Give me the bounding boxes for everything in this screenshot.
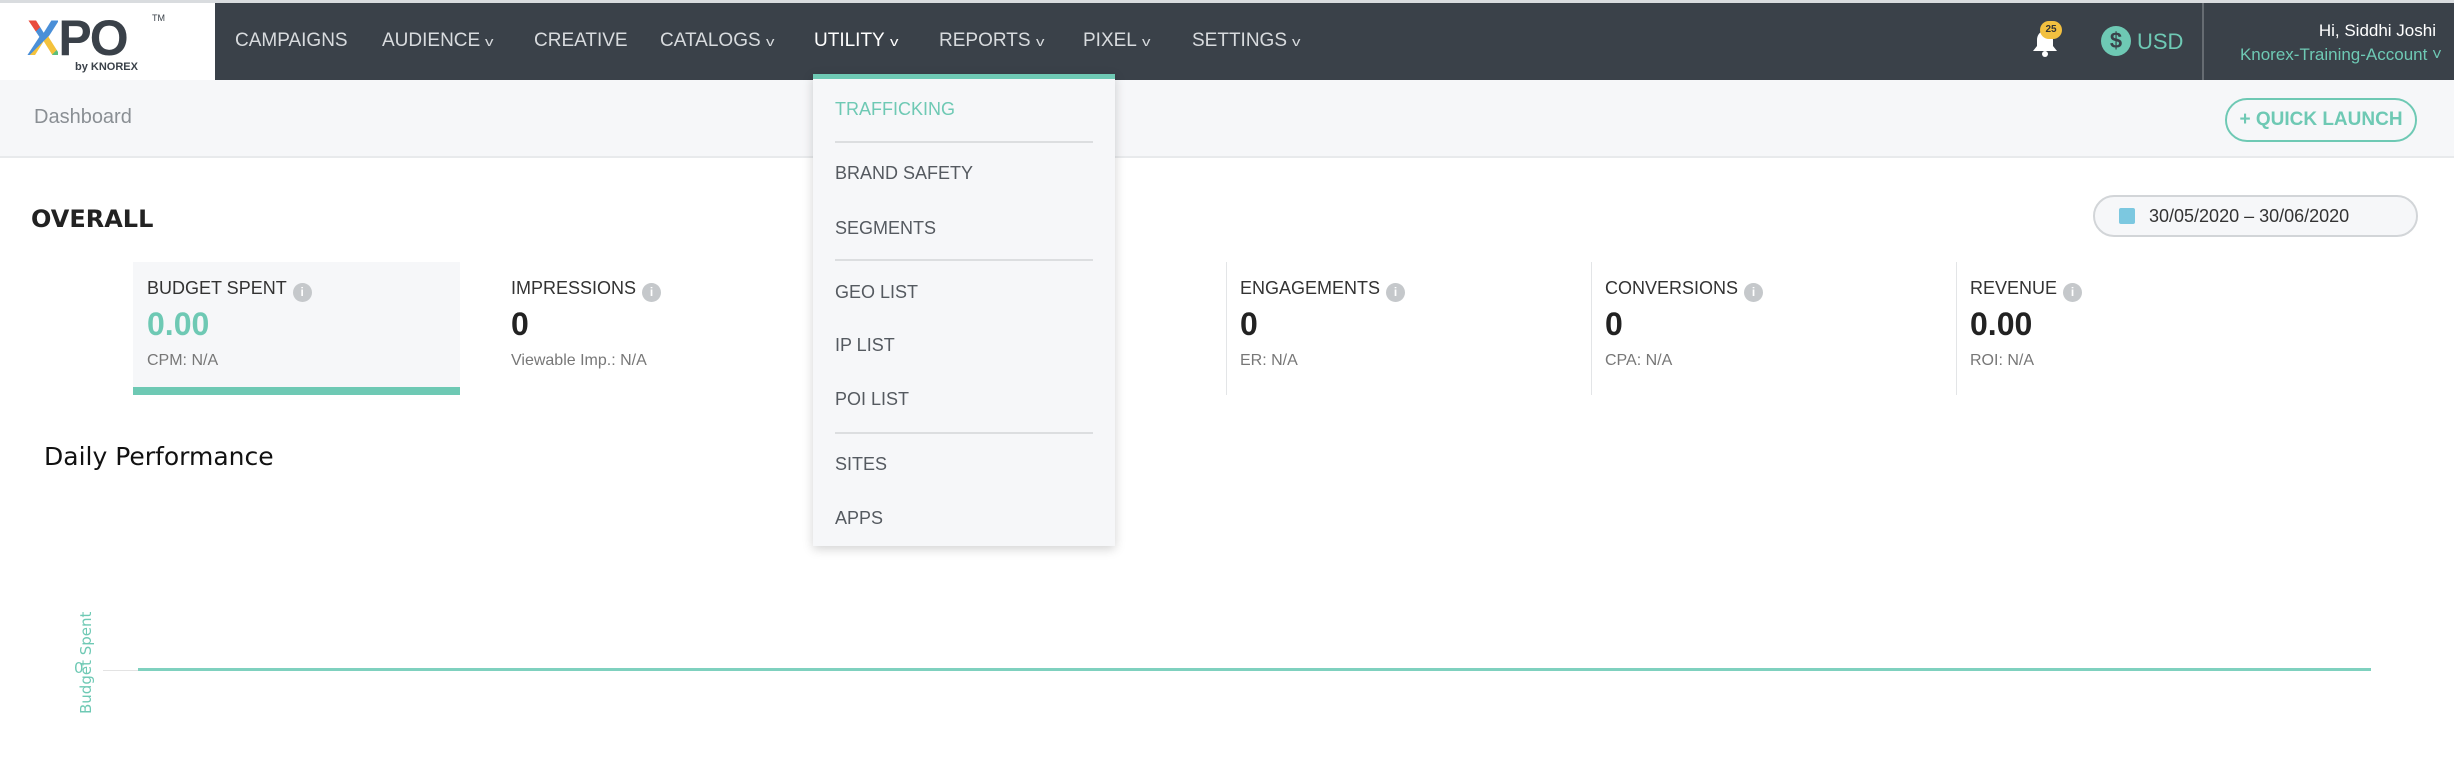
menu-item-ip-list[interactable]: IP LIST [835, 335, 895, 356]
nav-creative[interactable]: CREATIVE [534, 30, 628, 52]
chevron-down-icon: v [1292, 34, 1301, 49]
menu-item-sites[interactable]: SITES [835, 454, 887, 475]
xpo-logo[interactable]: XPO TM by KNOREX [0, 3, 215, 80]
info-icon[interactable]: i [642, 283, 662, 302]
series-line-budget-spent [138, 668, 2371, 671]
account-selector[interactable]: Knorex-Training-Account ˅ [2240, 45, 2442, 65]
menu-item-poi-list[interactable]: POI LIST [835, 389, 909, 410]
chart-title: Daily Performance [44, 442, 274, 471]
nav-settings[interactable]: SETTINGS v [1192, 30, 1300, 52]
date-range-picker[interactable]: 30/05/2020 – 30/06/2020 [2093, 195, 2418, 237]
nav-catalogs[interactable]: CATALOGS v [660, 30, 775, 52]
menu-divider [835, 432, 1093, 434]
info-icon[interactable]: i [292, 283, 312, 302]
subheader: Dashboard + QUICK LAUNCH [0, 80, 2454, 158]
nav-audience[interactable]: AUDIENCE v [382, 30, 494, 52]
nav-utility[interactable]: UTILITY v [814, 30, 899, 52]
menu-divider [835, 259, 1093, 261]
dollar-icon[interactable]: $ [2101, 26, 2131, 56]
section-title: OVERALL [31, 205, 154, 233]
info-icon[interactable]: i [1386, 283, 1406, 302]
chevron-down-icon: v [1035, 34, 1044, 49]
info-icon[interactable]: i [2063, 283, 2083, 302]
menu-item-segments[interactable]: SEGMENTS [835, 218, 936, 239]
menu-item-brand-safety[interactable]: BRAND SAFETY [835, 163, 973, 184]
nav-campaigns[interactable]: CAMPAIGNS [235, 30, 348, 52]
currency-label[interactable]: USD [2137, 29, 2183, 55]
chevron-down-icon: v [889, 34, 899, 49]
metric-impressions[interactable]: IMPRESSIONS i 0 Viewable Imp.: N/A [497, 262, 824, 395]
metric-revenue[interactable]: REVENUE i 0.00 ROI: N/A [1956, 262, 2283, 395]
info-icon[interactable]: i [1744, 283, 1764, 302]
chevron-down-icon: v [765, 34, 775, 49]
menu-divider [835, 141, 1093, 143]
nav-reports[interactable]: REPORTS v [939, 30, 1044, 52]
notification-badge: 25 [2040, 21, 2062, 39]
nav-pixel[interactable]: PIXEL v [1083, 30, 1151, 52]
quick-launch-button[interactable]: + QUICK LAUNCH [2225, 98, 2417, 142]
breadcrumb: Dashboard [34, 106, 132, 128]
divider [2202, 3, 2204, 80]
user-greeting: Hi, Siddhi Joshi [2318, 21, 2436, 40]
top-navbar: XPO TM by KNOREX CAMPAIGNS AUDIENCE v CRE… [0, 0, 2454, 80]
metric-conversions[interactable]: CONVERSIONS i 0 CPA: N/A [1591, 262, 1918, 395]
metric-engagements[interactable]: ENGAGEMENTS i 0 ER: N/A [1226, 262, 1553, 395]
chevron-down-icon: v [1141, 34, 1151, 49]
chevron-down-icon: v [485, 34, 494, 49]
y-tick-label: 0 [74, 659, 84, 677]
menu-item-trafficking[interactable]: TRAFFICKING [835, 99, 955, 120]
menu-item-geo-list[interactable]: GEO LIST [835, 282, 918, 303]
menu-item-apps[interactable]: APPS [835, 508, 883, 529]
calendar-icon [2119, 208, 2135, 224]
utility-dropdown-menu: TRAFFICKING BRAND SAFETY SEGMENTS GEO LI… [813, 74, 1115, 546]
metric-budget-spent[interactable]: BUDGET SPENT i 0.00 CPM: N/A [133, 262, 460, 395]
